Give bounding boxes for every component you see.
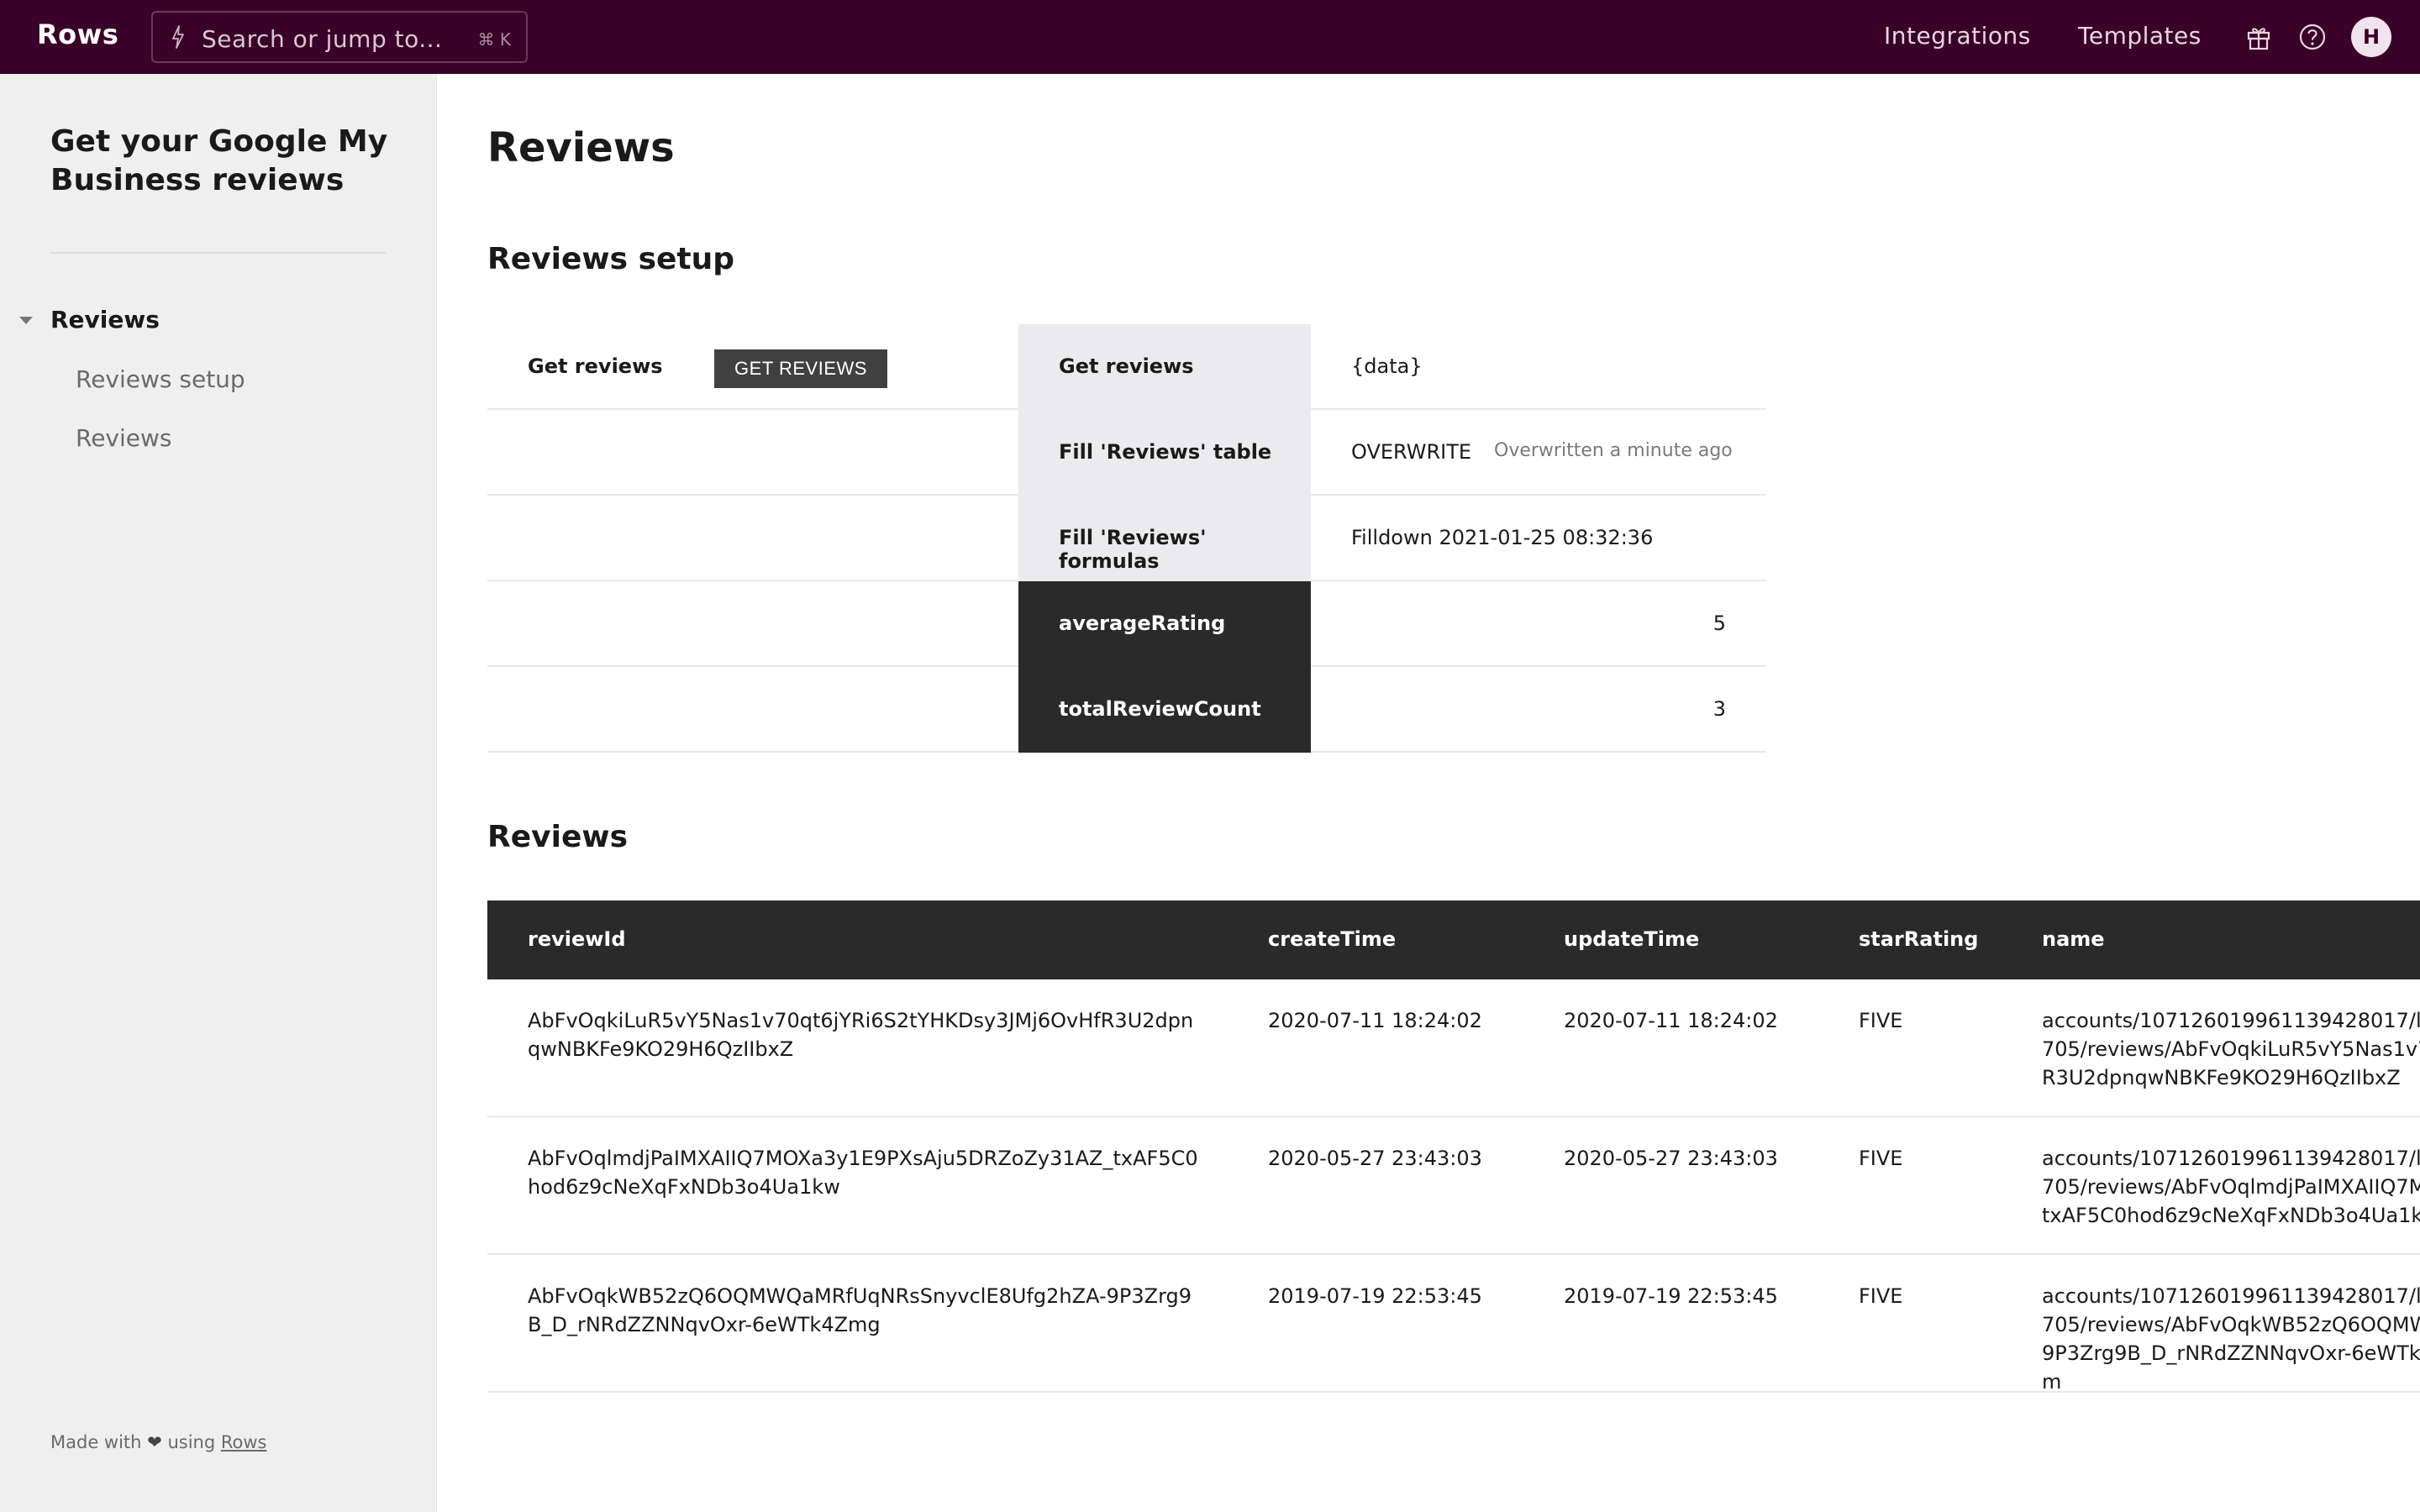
search-input[interactable]: Search or jump to... ⌘ K <box>151 11 528 63</box>
rows-logo[interactable]: Rows <box>37 18 118 50</box>
setup-row: Fill 'Reviews' formulas Filldown 2021-01… <box>487 496 1766 581</box>
cell-create-time[interactable]: 2019-07-19 22:53:45 <box>1268 1282 1482 1310</box>
setup-value-cell[interactable]: 5 <box>1311 581 1766 665</box>
heart-icon: ❤ <box>147 1432 162 1452</box>
search-placeholder: Search or jump to... <box>202 25 443 53</box>
setup-left-cell <box>487 410 1018 494</box>
setup-value: {data} <box>1351 354 1423 378</box>
cell-create-time[interactable]: 2020-05-27 23:43:03 <box>1268 1144 1482 1173</box>
rows-link[interactable]: Rows <box>221 1432 267 1452</box>
column-header-createtime[interactable]: createTime <box>1268 927 1396 951</box>
footer-prefix: Made with <box>50 1432 142 1452</box>
cell-update-time[interactable]: 2020-05-27 23:43:03 <box>1564 1144 1778 1173</box>
setup-value-cell[interactable]: 3 <box>1311 667 1766 751</box>
nav-integrations-link[interactable]: Integrations <box>1884 22 2031 50</box>
cell-name[interactable]: accounts/107126019961139428017/lo 1705/r… <box>2042 1282 2420 1396</box>
cell-update-time[interactable]: 2020-07-11 18:24:02 <box>1564 1006 1778 1035</box>
sidebar: Get your Google My Business reviews Revi… <box>0 74 437 1512</box>
cell-review-id[interactable]: AbFvOqkiLuR5vY5Nas1v70qt6jYRi6S2tYHKDsy3… <box>528 1006 1200 1063</box>
column-header-updatetime[interactable]: updateTime <box>1564 927 1699 951</box>
reviews-heading: Reviews <box>487 820 629 854</box>
cell-update-time[interactable]: 2019-07-19 22:53:45 <box>1564 1282 1778 1310</box>
setup-left-cell <box>487 496 1018 580</box>
setup-left-cell: Get reviews GET REVIEWS <box>487 324 1018 408</box>
footer-using: using <box>167 1432 216 1452</box>
help-icon[interactable] <box>2296 20 2329 54</box>
caret-down-icon[interactable] <box>19 317 33 324</box>
get-reviews-label: Get reviews <box>528 354 663 378</box>
table-row[interactable]: AbFvOqlmdjPaIMXAIIQ7MOXa3y1E9PXsAju5DRZo… <box>487 1117 2420 1255</box>
column-header-name[interactable]: name <box>2042 927 2105 951</box>
setup-row: totalReviewCount 3 <box>487 667 1766 753</box>
gift-icon[interactable] <box>2242 20 2275 54</box>
page-title: Reviews <box>487 124 675 171</box>
setup-key-cell: Get reviews <box>1018 324 1311 410</box>
average-rating-value: 5 <box>1712 612 1726 635</box>
setup-key: Get reviews <box>1059 354 1194 378</box>
user-avatar[interactable]: H <box>2351 17 2391 57</box>
setup-left-cell <box>487 667 1018 751</box>
table-header: reviewId createTime updateTime starRatin… <box>487 900 2420 979</box>
search-shortcut: ⌘ K <box>477 29 511 50</box>
setup-value-cell[interactable]: OVERWRITE Overwritten a minute ago <box>1311 410 1766 494</box>
table-row[interactable]: AbFvOqkiLuR5vY5Nas1v70qt6jYRi6S2tYHKDsy3… <box>487 979 2420 1117</box>
total-review-count-value: 3 <box>1712 697 1726 721</box>
setup-row: averageRating 5 <box>487 581 1766 667</box>
setup-key: averageRating <box>1059 612 1226 635</box>
setup-value: Filldown 2021-01-25 08:32:36 <box>1351 526 1654 549</box>
cell-name[interactable]: accounts/107126019961139428017/lo 1705/r… <box>2042 1006 2420 1092</box>
cell-name[interactable]: accounts/107126019961139428017/lo 1705/r… <box>2042 1144 2420 1230</box>
cell-review-id[interactable]: AbFvOqkWB52zQ6OQMWQaMRfUqNRsSnyvclE8Ufg2… <box>528 1282 1200 1339</box>
setup-key-cell: Fill 'Reviews' formulas <box>1018 496 1311 581</box>
setup-key-cell: totalReviewCount <box>1018 667 1311 753</box>
setup-key: Fill 'Reviews' formulas <box>1059 526 1207 573</box>
setup-key-cell: Fill 'Reviews' table <box>1018 410 1311 496</box>
sidebar-divider <box>50 252 387 254</box>
setup-row: Get reviews GET REVIEWS Get reviews {dat… <box>487 324 1766 410</box>
doc-title: Get your Google My Business reviews <box>50 124 388 197</box>
nav-templates-link[interactable]: Templates <box>2078 22 2202 50</box>
setup-value: OVERWRITE <box>1351 440 1472 464</box>
setup-heading: Reviews setup <box>487 242 735 276</box>
sidebar-section-reviews[interactable]: Reviews <box>50 306 160 333</box>
cell-review-id[interactable]: AbFvOqlmdjPaIMXAIIQ7MOXa3y1E9PXsAju5DRZo… <box>528 1144 1200 1201</box>
get-reviews-button[interactable]: GET REVIEWS <box>714 349 887 388</box>
lightning-icon <box>172 25 184 49</box>
setup-key-cell: averageRating <box>1018 581 1311 667</box>
setup-key: Fill 'Reviews' table <box>1059 440 1272 464</box>
sidebar-item-reviews-setup[interactable]: Reviews setup <box>76 365 245 393</box>
cell-star-rating[interactable]: FIVE <box>1859 1006 1902 1035</box>
setup-left-cell <box>487 581 1018 665</box>
cell-star-rating[interactable]: FIVE <box>1859 1282 1902 1310</box>
main-content: Reviews Reviews setup Get reviews GET RE… <box>438 74 2420 1512</box>
table-row[interactable]: AbFvOqkWB52zQ6OQMWQaMRfUqNRsSnyvclE8Ufg2… <box>487 1255 2420 1396</box>
column-header-reviewid[interactable]: reviewId <box>528 927 626 951</box>
cell-create-time[interactable]: 2020-07-11 18:24:02 <box>1268 1006 1482 1035</box>
made-with-footer: Made with ❤ using Rows <box>50 1432 267 1452</box>
setup-value-cell[interactable]: Filldown 2021-01-25 08:32:36 <box>1311 496 1766 580</box>
setup-value-cell[interactable]: {data} <box>1311 324 1766 408</box>
setup-row: Fill 'Reviews' table OVERWRITE Overwritt… <box>487 410 1766 496</box>
column-header-starrating[interactable]: starRating <box>1859 927 1978 951</box>
setup-key: totalReviewCount <box>1059 697 1261 721</box>
overwrite-status: Overwritten a minute ago <box>1494 440 1733 461</box>
sidebar-item-reviews[interactable]: Reviews <box>76 424 172 452</box>
top-bar: Rows Search or jump to... ⌘ K Integratio… <box>0 0 2420 74</box>
cell-star-rating[interactable]: FIVE <box>1859 1144 1902 1173</box>
